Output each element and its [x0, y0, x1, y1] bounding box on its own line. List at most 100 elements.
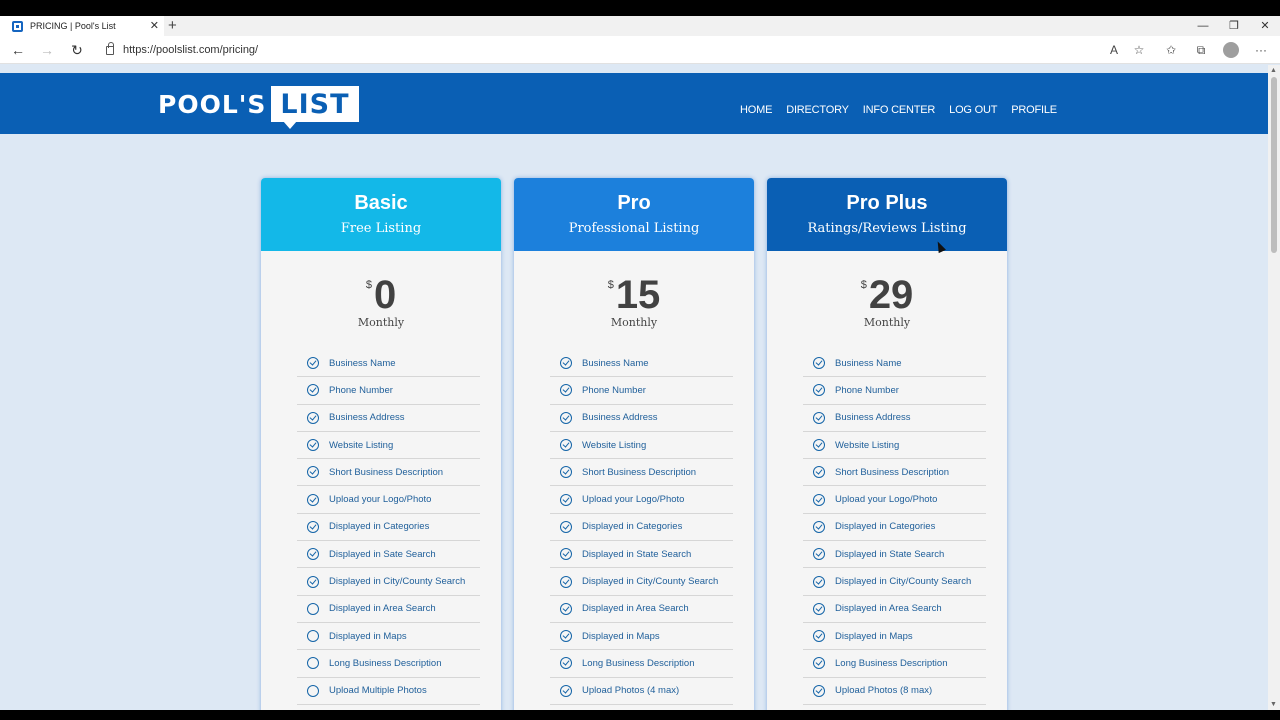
price-amount: 15 [615, 273, 661, 317]
feature-label: Displayed in Area Search [329, 603, 436, 615]
check-circle-icon [813, 493, 825, 506]
check-circle-icon [813, 520, 825, 533]
tab-strip: PRICING | Pool's List ✕ + — ❐ ✕ [0, 16, 1280, 36]
window-close-button[interactable]: ✕ [1250, 18, 1280, 34]
restore-button[interactable]: ❐ [1219, 18, 1249, 34]
check-circle-icon [813, 657, 825, 670]
scroll-down-icon[interactable]: ▼ [1270, 701, 1277, 708]
collections-icon[interactable]: ⧉ [1193, 42, 1209, 58]
price-period: Monthly [357, 316, 405, 329]
check-circle-icon [813, 602, 825, 615]
feature-label: Long Business Description [329, 657, 442, 669]
check-circle-icon [560, 630, 572, 643]
web-page: POOL'S LIST HOME DIRECTORY INFO CENTER L… [0, 73, 1268, 710]
nav-home[interactable]: HOME [740, 104, 772, 116]
nav-log-out[interactable]: LOG OUT [949, 104, 997, 116]
check-circle-icon [560, 575, 572, 588]
feature-item: Website Listing [803, 432, 986, 460]
feature-item: Displayed in Maps [297, 623, 480, 651]
check-circle-icon [813, 575, 825, 588]
address-bar[interactable]: https://poolslist.com/pricing/ [98, 39, 1158, 61]
minimize-button[interactable]: — [1188, 18, 1218, 34]
feature-list: Business Name Phone Number Business Addres… [550, 350, 733, 705]
feature-label: Short Business Description [582, 466, 697, 478]
feature-label: Phone Number [582, 384, 646, 396]
nav-directory[interactable]: DIRECTORY [786, 104, 849, 116]
check-circle-icon [307, 575, 319, 588]
feature-label: Upload your Logo/Photo [835, 494, 938, 506]
empty-circle-icon [307, 657, 319, 670]
nav-profile[interactable]: PROFILE [1011, 104, 1057, 116]
feature-label: Upload your Logo/Photo [582, 494, 685, 506]
check-circle-icon [813, 466, 825, 479]
favorites-icon[interactable]: ✩ [1163, 42, 1179, 58]
check-circle-icon [560, 548, 572, 561]
feature-label: Business Address [835, 412, 911, 424]
feature-item: Displayed in City/County Search [550, 568, 733, 596]
feature-item: Upload your Logo/Photo [550, 486, 733, 514]
check-circle-icon [560, 357, 572, 370]
feature-label: Displayed in Categories [582, 521, 683, 533]
check-circle-icon [307, 493, 319, 506]
plan-price: $ 0 Monthly [261, 275, 501, 329]
feature-label: Displayed in City/County Search [329, 576, 466, 588]
feature-label: Website Listing [582, 439, 647, 451]
empty-circle-icon [307, 602, 319, 615]
plan-header: Pro Plus Ratings/Reviews Listing [767, 178, 1007, 251]
price-period: Monthly [863, 316, 911, 329]
feature-list: Business Name Phone Number Business Addres… [803, 350, 986, 705]
tab-close-icon[interactable]: ✕ [150, 19, 159, 32]
feature-item: Displayed in Area Search [803, 596, 986, 623]
feature-item: Upload Multiple Photos [297, 678, 480, 705]
browser-window: PRICING | Pool's List ✕ + — ❐ ✕ ← → ↻ ht… [0, 16, 1280, 710]
feature-label: Displayed in State Search [582, 548, 692, 560]
price-amount: 0 [373, 273, 397, 317]
feature-item: Upload Photos (8 max) [803, 678, 986, 705]
feature-label: Displayed in Categories [835, 521, 936, 533]
plan-card-pro: Pro Professional Listing $ 15 Monthly Bu… [514, 178, 754, 710]
feature-label: Business Address [329, 412, 405, 424]
feature-item: Business Address [550, 405, 733, 432]
feature-label: Upload Multiple Photos [329, 685, 427, 697]
logo-text-pools: POOL'S [158, 89, 267, 119]
more-icon[interactable]: ··· [1253, 42, 1269, 58]
plan-name: Pro [617, 192, 651, 214]
tab-title: PRICING | Pool's List [30, 21, 116, 31]
feature-label: Upload Photos (8 max) [835, 685, 933, 697]
read-aloud-icon[interactable]: A [1106, 42, 1122, 58]
site-logo[interactable]: POOL'S LIST [158, 84, 359, 129]
check-circle-icon [813, 384, 825, 397]
check-circle-icon [560, 520, 572, 533]
feature-item: Displayed in State Search [550, 541, 733, 569]
feature-label: Displayed in Sate Search [329, 548, 436, 560]
refresh-button[interactable]: ↻ [68, 41, 86, 59]
scrollbar-thumb[interactable] [1271, 77, 1277, 253]
feature-item: Short Business Description [803, 459, 986, 487]
currency-symbol: $ [860, 279, 867, 291]
feature-item: Long Business Description [803, 650, 986, 678]
check-circle-icon [307, 384, 319, 397]
feature-label: Displayed in State Search [835, 548, 945, 560]
feature-label: Displayed in City/County Search [835, 576, 972, 588]
profile-avatar[interactable] [1223, 42, 1239, 58]
scroll-up-icon[interactable]: ▲ [1270, 67, 1277, 74]
plan-header: Basic Free Listing [261, 178, 501, 251]
nav-info-center[interactable]: INFO CENTER [863, 104, 936, 116]
feature-item: Displayed in Categories [550, 514, 733, 542]
check-circle-icon [307, 466, 319, 479]
new-tab-button[interactable]: + [168, 17, 177, 34]
check-circle-icon [560, 684, 572, 697]
check-circle-icon [813, 357, 825, 370]
feature-item: Long Business Description [297, 650, 480, 678]
favorite-star-icon[interactable]: ☆ [1131, 42, 1147, 58]
plan-card-pro-plus: Pro Plus Ratings/Reviews Listing $ 29 Mo… [767, 178, 1007, 710]
check-circle-icon [813, 548, 825, 561]
page-scrollbar[interactable]: ▲ ▼ [1268, 65, 1280, 710]
back-button[interactable]: ← [9, 41, 27, 59]
check-circle-icon [307, 548, 319, 561]
feature-item: Business Address [297, 405, 480, 432]
feature-label: Website Listing [835, 439, 900, 451]
feature-label: Business Name [329, 357, 396, 369]
browser-tab[interactable]: PRICING | Pool's List ✕ [0, 16, 164, 36]
forward-button[interactable]: → [38, 41, 56, 59]
